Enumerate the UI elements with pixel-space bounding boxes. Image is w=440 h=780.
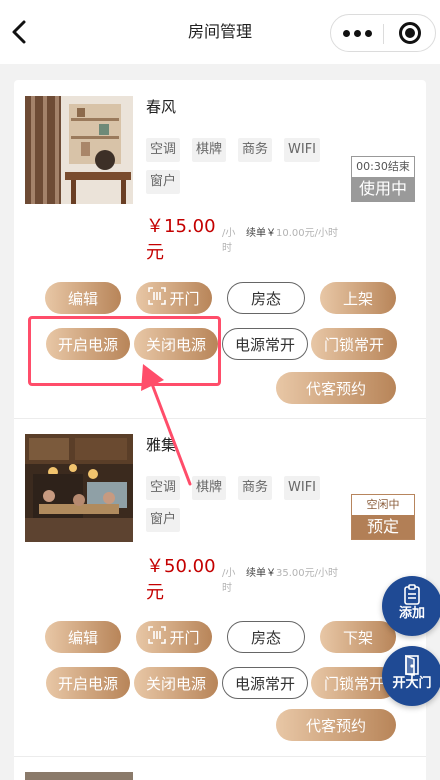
room-photo [25,96,133,204]
renew-label: 续单￥ [246,568,276,579]
price-unit: /小时 [222,228,236,254]
shelf-button[interactable]: 上架 [320,282,396,314]
room-status-badge: 空闲中 预定 [351,494,415,540]
open-door-button[interactable]: 开门 [136,282,212,314]
open-door-button[interactable]: 开门 [136,621,212,653]
room-name: 雅集 [146,436,177,454]
scan-door-icon [148,287,167,309]
room-price: ￥50.00元 [146,556,216,603]
room-divider [14,418,426,419]
open-main-door-button[interactable]: 开大门 [382,646,440,706]
room-tag: 空调 [146,476,181,500]
status-time: 空闲中 [366,498,400,511]
status-time: 00:30结束 [356,160,410,173]
room-tag: WIFI [284,476,320,500]
door-icon [405,654,419,676]
room-tag: 棋牌 [192,138,227,162]
room-name: 春风 [146,98,177,116]
renew-value: 10.00元/小时 [276,228,338,239]
highlight-box [28,316,221,386]
open-main-door-label: 开大门 [392,676,432,691]
book-for-guest-button[interactable]: 代客预约 [276,709,396,741]
close-target-icon[interactable] [399,22,421,44]
edit-button[interactable]: 编辑 [45,282,121,314]
room-divider [14,756,426,757]
open-door-label: 开门 [169,289,200,308]
room-photo [25,434,133,542]
shelf-button[interactable]: 下架 [320,621,396,653]
edit-button[interactable]: 编辑 [45,621,121,653]
mini-program-capsule [330,14,436,52]
power-always-on-button[interactable]: 电源常开 [222,328,308,360]
power-always-on-button[interactable]: 电源常开 [222,667,308,699]
room-tag: 商务 [238,476,273,500]
capsule-divider [383,24,384,44]
scan-door-icon [148,626,167,648]
room-price: ￥15.00元 [146,216,216,263]
room-status-badge: 00:30结束 使用中 [351,156,415,202]
more-icon[interactable] [331,15,383,51]
room-status-button[interactable]: 房态 [227,282,305,314]
room-photo-partial [25,772,133,780]
price-unit: /小时 [222,568,236,594]
renew-label: 续单￥ [246,228,276,239]
status-label: 使用中 [352,177,414,201]
room-tag: 商务 [238,138,273,162]
clipboard-icon [404,584,420,605]
renew-price: 续单￥10.00元/小时 [246,226,342,241]
room-status-button[interactable]: 房态 [227,621,305,653]
power-off-button[interactable]: 关闭电源 [134,667,218,699]
room-list: 春风 空调 棋牌 商务 WIFI 窗户 00:30结束 使用中 ￥15.00元 … [14,80,426,780]
lock-always-open-button[interactable]: 门锁常开 [311,328,397,360]
power-on-button[interactable]: 开启电源 [46,667,130,699]
renew-price: 续单￥35.00元/小时 [246,566,342,581]
room-tag: 窗户 [146,508,181,532]
room-tag: 棋牌 [192,476,227,500]
renew-value: 35.00元/小时 [276,568,338,579]
book-for-guest-button[interactable]: 代客预约 [276,372,396,404]
open-door-label: 开门 [169,628,200,647]
status-label: 预定 [352,515,414,539]
room-tag: 空调 [146,138,181,162]
add-label: 添加 [398,606,425,621]
add-button[interactable]: 添加 [382,576,440,636]
room-tag: 窗户 [146,170,181,194]
navigation-bar: 房间管理 [0,0,440,64]
room-tag: WIFI [284,138,320,162]
